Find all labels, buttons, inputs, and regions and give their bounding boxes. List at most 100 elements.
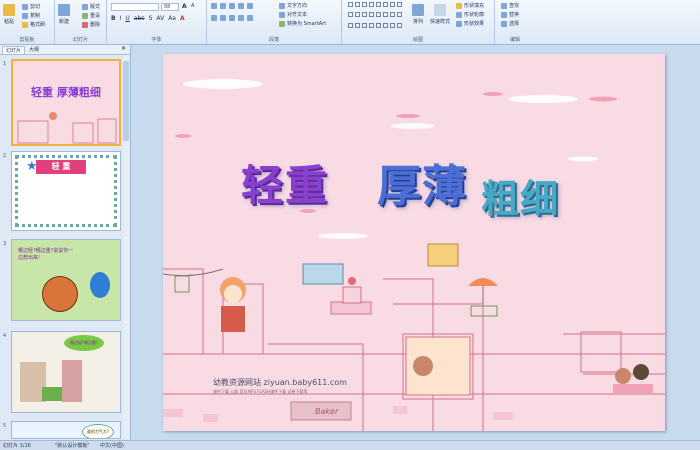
copy-button[interactable]: 复制: [22, 12, 40, 19]
pen-icon: [456, 11, 462, 18]
child-photo: [62, 360, 82, 402]
find-button[interactable]: 查找: [501, 2, 519, 9]
slide-illustration: [163, 79, 665, 431]
slide-thumbnail-3[interactable]: 哪边轻?哪边重?说说你一边想出来!: [11, 239, 121, 321]
case-button[interactable]: Aa: [168, 15, 176, 22]
editing-label: 编辑: [509, 37, 520, 43]
slides-group: 新建 版式 重设 删除 幻灯片: [55, 0, 107, 44]
paste-button[interactable]: 粘贴: [3, 4, 15, 25]
slide-thumbnail-2[interactable]: 轻 重 ★: [11, 151, 121, 231]
select-button[interactable]: 选择: [501, 20, 519, 27]
smartart-button[interactable]: 转换为 SmartArt: [279, 20, 326, 27]
italic-button[interactable]: I: [120, 15, 122, 22]
font-color-button[interactable]: A: [180, 15, 185, 22]
close-icon[interactable]: ×: [121, 45, 126, 52]
paragraph-group: 文字方向 对齐文本 转换为 SmartArt 段落: [207, 0, 342, 44]
slide-title-part3: 粗细: [481, 177, 560, 221]
panel-scrollbar[interactable]: [123, 55, 129, 439]
reset-button[interactable]: 重设: [82, 12, 100, 19]
columns-icon[interactable]: [247, 15, 253, 21]
scissors-icon: [22, 3, 28, 10]
font-style-buttons: B I U abc S AV Aa A: [111, 15, 185, 22]
bold-button[interactable]: B: [111, 15, 116, 22]
line-spacing-icon[interactable]: [247, 3, 253, 9]
watermark-subtext: 课件下载 儿歌 音乐MP3 FLASH课件下载 试卷下载等: [213, 389, 308, 394]
new-slide-icon: [58, 4, 70, 16]
text-direction-button[interactable]: 文字方向: [279, 2, 307, 9]
align-buttons: [211, 15, 253, 21]
replace-icon: [501, 11, 507, 18]
slide-number: 5: [3, 423, 7, 429]
bakery-sign: Baker: [315, 407, 339, 416]
paragraph-label: 段落: [268, 37, 279, 43]
basketball-icon: [42, 276, 78, 312]
shape-fill-button[interactable]: 形状填充: [456, 2, 484, 9]
copy-icon: [22, 12, 28, 19]
slide-number: 4: [3, 333, 7, 339]
ribbon: 粘贴 剪切 复制 格式刷 剪贴板 新建 版式 重设 删除 幻灯片 88 A A …: [0, 0, 700, 45]
increase-indent-icon[interactable]: [238, 3, 244, 9]
shrink-font-button[interactable]: A: [191, 3, 194, 9]
tab-slides[interactable]: 幻灯片: [2, 46, 26, 54]
align-left-icon[interactable]: [211, 15, 217, 21]
slide-thumbnail-4[interactable]: 哪边轻?哪边重?: [11, 331, 121, 413]
binoculars-icon: [501, 2, 507, 9]
decrease-indent-icon[interactable]: [229, 3, 235, 9]
balloon-icon: [90, 272, 110, 298]
layout-button[interactable]: 版式: [82, 3, 100, 10]
drawing-group: 排列 快速样式 形状填充 形状轮廓 形状效果 绘图: [342, 0, 495, 44]
quick-styles-icon: [434, 4, 446, 16]
slide-number: 1: [3, 61, 7, 67]
slide-editor[interactable]: 轻重 厚薄 粗细 幼教资源网站 ziyuan.baby611.com 课件下载 …: [163, 54, 665, 431]
shape-outline-button[interactable]: 形状轮廓: [456, 11, 484, 18]
arrange-button[interactable]: 排列: [412, 4, 424, 25]
delete-icon: [82, 21, 88, 28]
chair-icon: [42, 387, 62, 401]
strikethrough-button[interactable]: abc: [134, 15, 145, 22]
editing-group: 查找 替换 选择 编辑: [495, 0, 535, 44]
justify-icon[interactable]: [238, 15, 244, 21]
arrange-icon: [412, 4, 424, 16]
language-indicator[interactable]: 中文(中国): [100, 442, 124, 449]
star-icon: ★: [26, 159, 38, 174]
replace-button[interactable]: 替换: [501, 11, 519, 18]
shapes-gallery[interactable]: [348, 2, 402, 32]
reset-icon: [82, 12, 88, 19]
slide-title-part1: 轻重: [241, 161, 330, 210]
align-right-icon[interactable]: [229, 15, 235, 21]
slide-title-part2: 厚薄: [377, 161, 467, 212]
drawing-label: 绘图: [412, 37, 423, 43]
slide-thumbnail-5[interactable]: 谁的力气大?: [11, 421, 121, 439]
shape-effects-button[interactable]: 形状效果: [456, 20, 484, 27]
numbering-icon[interactable]: [220, 3, 226, 9]
font-label: 字体: [151, 37, 162, 43]
panel-tabs: 幻灯片 大纲 ×: [0, 45, 130, 55]
smartart-icon: [279, 20, 285, 27]
slide-number: 2: [3, 153, 7, 159]
thumb-illustration: [17, 112, 117, 144]
new-slide-button[interactable]: 新建: [58, 4, 70, 25]
delete-button[interactable]: 删除: [82, 21, 100, 28]
slide-count: 幻灯片 1/16: [3, 443, 31, 449]
clipboard-label: 剪贴板: [19, 37, 35, 43]
quick-styles-button[interactable]: 快速样式: [430, 4, 450, 25]
font-name-field[interactable]: [111, 3, 159, 11]
grow-font-button[interactable]: A: [182, 3, 187, 10]
watermark-text: 幼教资源网站 ziyuan.baby611.com: [213, 378, 347, 387]
bullets-icon[interactable]: [211, 3, 217, 9]
font-group: 88 A A B I U abc S AV Aa A 字体: [107, 0, 207, 44]
scrollbar-thumb[interactable]: [123, 61, 129, 141]
paste-icon: [3, 4, 15, 16]
spacing-button[interactable]: AV: [156, 15, 164, 22]
format-painter-button[interactable]: 格式刷: [22, 21, 45, 28]
slide-thumbnail-1[interactable]: 轻重 厚薄粗细: [11, 59, 121, 146]
cut-button[interactable]: 剪切: [22, 3, 40, 10]
underline-button[interactable]: U: [125, 15, 129, 22]
shadow-button[interactable]: S: [149, 15, 153, 22]
tab-outline[interactable]: 大纲: [26, 46, 42, 53]
font-size-field[interactable]: 88: [161, 3, 179, 11]
align-text-button[interactable]: 对齐文本: [279, 11, 307, 18]
align-center-icon[interactable]: [220, 15, 226, 21]
fill-bucket-icon: [456, 2, 462, 9]
layout-icon: [82, 3, 88, 10]
